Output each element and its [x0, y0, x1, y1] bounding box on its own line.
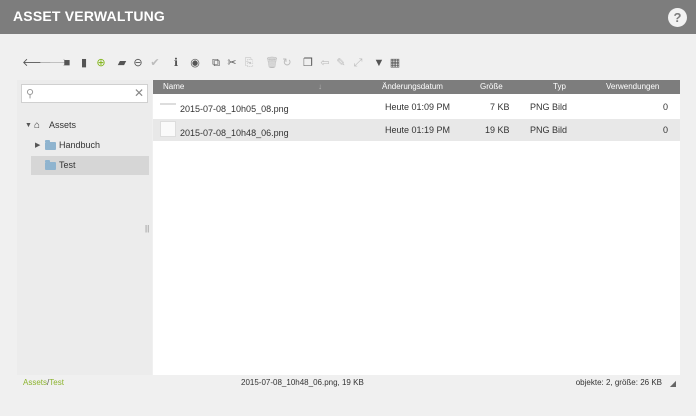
table-row[interactable]: 2015-07-08_10h05_08.png Heute 01:09 PM 7…: [153, 96, 680, 118]
copy-icon[interactable]: ⧉: [210, 56, 222, 70]
new-folder-icon[interactable]: ■: [61, 56, 73, 70]
download-icon[interactable]: ⊖: [132, 56, 144, 70]
column-header-size[interactable]: Größe: [480, 80, 503, 94]
delete-icon[interactable]: 🗑: [265, 56, 279, 70]
column-header-name[interactable]: Name: [163, 80, 184, 94]
file-type: PNG Bild: [530, 125, 568, 135]
collapsed-arrow-icon[interactable]: ▶: [35, 136, 40, 155]
breadcrumb-assets[interactable]: Assets: [23, 378, 47, 387]
file-size: 19 KB: [485, 125, 510, 135]
open-folder-icon[interactable]: ▰: [116, 56, 128, 70]
search-icon: ⚲: [26, 88, 35, 100]
tree-item-assets[interactable]: ▼ ⌂ Assets: [21, 116, 148, 135]
refresh-icon[interactable]: ↻: [281, 56, 293, 70]
help-icon[interactable]: ?: [668, 8, 687, 27]
thumbnail-image: [160, 121, 176, 137]
file-uses: 0: [663, 125, 669, 135]
title-bar: ASSET VERWALTUNG ?: [0, 0, 696, 34]
file-name: 2015-07-08_10h48_06.png: [180, 128, 289, 138]
clear-search-icon[interactable]: ✕: [134, 86, 144, 100]
tree-item-label: Assets: [49, 120, 77, 130]
rename-icon[interactable]: ⇦: [319, 56, 331, 70]
tree-item-test[interactable]: Test: [31, 156, 149, 175]
duplicate-icon[interactable]: ❐: [302, 56, 314, 70]
info-icon[interactable]: ℹ: [170, 56, 182, 70]
status-bar: Assets/Test 2015-07-08_10h48_06.png, 19 …: [0, 375, 696, 393]
file-date: Heute 01:19 PM: [385, 125, 451, 135]
selection-info: 2015-07-08_10h48_06.png, 19 KB: [241, 378, 364, 387]
add-icon[interactable]: ⊕: [95, 56, 107, 70]
file-uses: 0: [663, 102, 669, 112]
table-row[interactable]: 2015-07-08_10h48_06.png Heute 01:19 PM 1…: [153, 119, 680, 141]
tree-item-label: Test: [59, 160, 76, 170]
file-type: PNG Bild: [530, 102, 568, 112]
resize-grip-icon[interactable]: ◢: [670, 376, 676, 392]
search-box[interactable]: ⚲ ✕: [21, 84, 148, 103]
column-header-date[interactable]: Änderungsdatum: [382, 80, 443, 94]
thumbnail-image: [160, 103, 176, 105]
cut-icon[interactable]: ✂: [226, 56, 238, 70]
back-icon[interactable]: 🡐: [22, 56, 52, 70]
folder-summary: objekte: 2, größe: 26 KB: [575, 378, 662, 387]
expanded-arrow-icon[interactable]: ▼: [25, 116, 32, 135]
filter-icon[interactable]: ▼: [373, 56, 385, 70]
breadcrumb-test[interactable]: Test: [49, 378, 64, 387]
folder-open-icon: [45, 160, 56, 170]
window-title: ASSET VERWALTUNG: [13, 8, 166, 24]
file-list-header: Name ↓ Änderungsdatum Größe Typ Verwendu…: [153, 80, 680, 94]
folder-sidebar: ⚲ ✕ ▼ ⌂ Assets ▶ Handbuch Test: [17, 80, 152, 375]
preview-icon[interactable]: ◉: [189, 56, 201, 70]
panel-splitter[interactable]: ||: [145, 224, 149, 233]
resize-icon[interactable]: ⤢: [352, 56, 364, 70]
file-date: Heute 01:09 PM: [385, 102, 451, 112]
tree-item-label: Handbuch: [59, 140, 101, 150]
file-name: 2015-07-08_10h05_08.png: [180, 104, 289, 114]
edit-icon[interactable]: ✎: [335, 56, 347, 70]
forward-icon[interactable]: 🡒: [39, 56, 69, 70]
grid-view-icon[interactable]: ▦: [389, 56, 401, 70]
column-header-type[interactable]: Typ: [553, 80, 566, 94]
sort-arrow-icon: ↓: [318, 82, 322, 91]
new-file-icon[interactable]: ▮: [78, 56, 90, 70]
toolbar: 🡐 🡒 ■ ▮ ⊕ ▰ ⊖ ✔ ℹ ◉ ⧉ ✂ ⎘ 🗑 ↻ ❐ ⇦ ✎ ⤢ ▼ …: [22, 56, 402, 70]
column-header-uses[interactable]: Verwendungen: [606, 80, 659, 94]
home-icon: ⌂: [34, 120, 41, 131]
breadcrumb: Assets/Test: [23, 375, 64, 391]
file-size: 7 KB: [490, 102, 510, 112]
check-icon[interactable]: ✔: [149, 56, 161, 70]
file-list: Name ↓ Änderungsdatum Größe Typ Verwendu…: [153, 80, 680, 375]
paste-icon[interactable]: ⎘: [243, 56, 255, 70]
folder-icon: [45, 140, 56, 150]
tree-item-handbuch[interactable]: ▶ Handbuch: [21, 136, 148, 155]
